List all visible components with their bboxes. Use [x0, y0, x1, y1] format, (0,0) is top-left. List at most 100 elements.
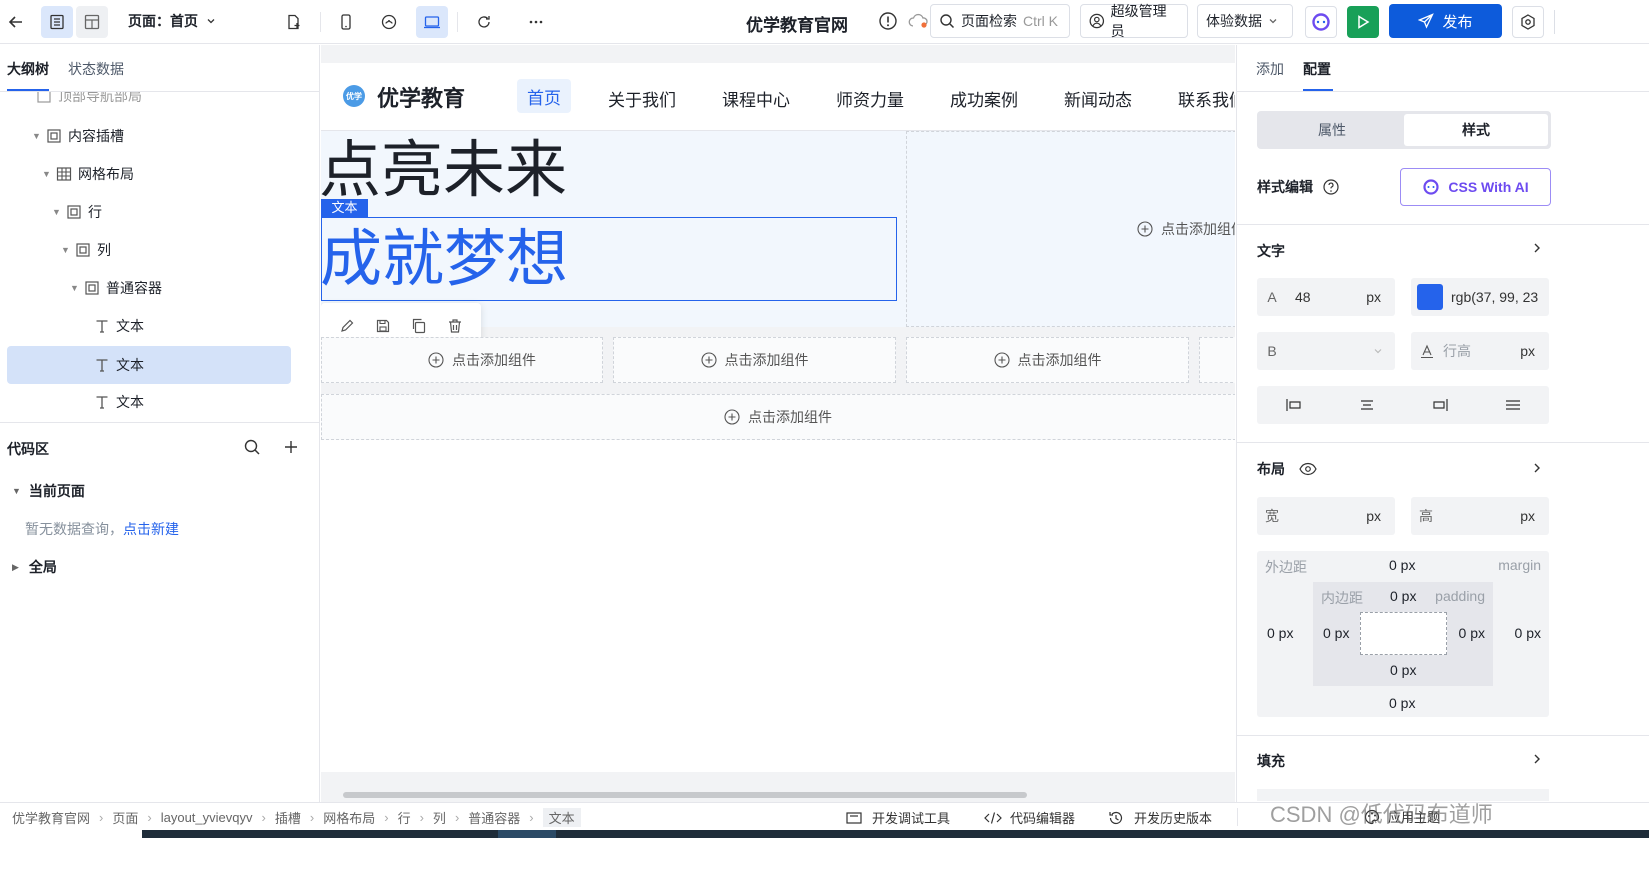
desktop-preview-icon[interactable] — [416, 6, 448, 38]
breadcrumb-item[interactable]: 行 › — [398, 808, 433, 827]
nav-item-teachers[interactable]: 师资力量 — [836, 86, 904, 111]
more-icon[interactable] — [520, 6, 552, 38]
nav-item-contact[interactable]: 联系我们 — [1178, 86, 1235, 111]
search-icon[interactable] — [243, 438, 261, 456]
breadcrumb-item[interactable]: 优学教育官网 › — [12, 808, 112, 827]
history-button[interactable]: 开发历史版本 — [1108, 808, 1212, 827]
tree-node[interactable]: 顶部导航部局 — [0, 92, 319, 114]
delete-icon[interactable] — [447, 318, 463, 334]
environment-select[interactable]: 体验数据 — [1197, 4, 1293, 38]
refresh-icon[interactable] — [468, 6, 500, 38]
create-query-link[interactable]: 点击新建 — [123, 521, 179, 537]
hero-title-line2[interactable]: 成就梦想 — [321, 225, 568, 294]
current-page-group[interactable]: ▼ 当前页面 — [12, 481, 85, 501]
breadcrumb-item[interactable]: layout_yvievqyv › — [161, 810, 275, 825]
margin-left[interactable]: 0 px — [1267, 625, 1293, 641]
align-left-icon[interactable] — [1285, 398, 1303, 412]
align-justify-icon[interactable] — [1504, 398, 1522, 412]
miniprogram-preview-icon[interactable] — [373, 6, 405, 38]
layout-view-icon[interactable] — [76, 6, 108, 38]
tree-node[interactable]: ▼ 网格布局 — [0, 156, 319, 192]
hero-title-line1[interactable]: 点亮未来 — [321, 136, 567, 205]
taskbar-item[interactable] — [498, 830, 556, 838]
warning-icon[interactable] — [878, 11, 898, 31]
add-component-slot[interactable]: 点击添加组件 — [321, 337, 603, 383]
tab-state-data[interactable]: 状态数据 — [68, 59, 124, 79]
publish-button[interactable]: 发布 — [1389, 4, 1502, 38]
help-icon[interactable] — [1323, 179, 1339, 195]
tree-node[interactable]: 文本 — [0, 308, 319, 344]
tree-node[interactable]: 文本 — [0, 384, 319, 420]
nav-item-courses[interactable]: 课程中心 — [722, 86, 790, 111]
align-center-icon[interactable] — [1358, 398, 1376, 412]
add-component-slot[interactable]: 点击添加组件 — [906, 131, 1235, 327]
global-group[interactable]: ▶ 全局 — [12, 557, 57, 577]
tree-node[interactable]: ▼ 内容插槽 — [0, 118, 319, 154]
add-component-slot[interactable] — [1199, 337, 1235, 383]
nav-item-news[interactable]: 新闻动态 — [1064, 86, 1132, 111]
tab-config[interactable]: 配置 — [1303, 59, 1331, 79]
width-input[interactable]: 宽 px — [1257, 497, 1395, 535]
cloud-sync-icon[interactable] — [908, 13, 930, 29]
outline-view-icon[interactable] — [41, 6, 73, 38]
height-input[interactable]: 高 px — [1411, 497, 1549, 535]
edit-icon[interactable] — [339, 318, 355, 334]
preview-run-button[interactable] — [1347, 6, 1379, 38]
user-button[interactable]: 超级管理员 — [1080, 3, 1188, 39]
add-component-slot[interactable]: 点击添加组件 — [906, 337, 1189, 383]
tree-node[interactable]: ▼ 列 — [0, 232, 319, 268]
tree-node[interactable]: ▼ 普通容器 — [0, 270, 319, 306]
page-search-button[interactable]: 页面检索 Ctrl K — [930, 4, 1070, 38]
nav-item-about[interactable]: 关于我们 — [608, 86, 676, 111]
tree-node-selected[interactable]: 文本 — [0, 347, 319, 383]
eye-icon[interactable] — [1299, 462, 1317, 476]
breadcrumb-item-current[interactable]: 文本 — [542, 808, 581, 827]
font-size-input[interactable]: A 48 px — [1257, 278, 1395, 316]
css-with-ai-button[interactable]: CSS With AI — [1400, 168, 1551, 206]
tree-node[interactable]: ▼ 行 — [0, 194, 319, 230]
breadcrumb-item[interactable]: 网格布局 › — [323, 808, 397, 827]
debug-tools-button[interactable]: 开发调试工具 — [846, 808, 950, 827]
add-page-icon[interactable] — [278, 6, 310, 38]
back-arrow-icon[interactable] — [0, 6, 32, 38]
horizontal-scrollbar[interactable] — [343, 792, 1027, 798]
segment-properties[interactable]: 属性 — [1260, 114, 1404, 146]
save-icon[interactable] — [375, 318, 391, 334]
tab-outline-tree[interactable]: 大纲树 — [7, 59, 49, 79]
breadcrumb-item[interactable]: 列 › — [433, 808, 468, 827]
tab-add[interactable]: 添加 — [1256, 59, 1284, 79]
margin-top[interactable]: 0 px — [1389, 557, 1415, 573]
breadcrumb-item[interactable]: 普通容器 › — [468, 808, 542, 827]
breadcrumb-item[interactable]: 插槽 › — [275, 808, 323, 827]
add-icon[interactable] — [282, 438, 300, 456]
segment-style[interactable]: 样式 — [1404, 114, 1548, 146]
ai-assistant-icon[interactable] — [1305, 6, 1337, 38]
mobile-preview-icon[interactable] — [330, 6, 362, 38]
page-selector[interactable]: 页面：首页 — [128, 11, 216, 31]
add-component-slot[interactable]: 点击添加组件 — [613, 337, 896, 383]
add-component-slot[interactable]: 点击添加组件 — [321, 394, 1235, 440]
nav-item-home[interactable]: 首页 — [517, 79, 571, 113]
align-right-icon[interactable] — [1431, 398, 1449, 412]
nav-item-cases[interactable]: 成功案例 — [950, 86, 1018, 111]
code-editor-button[interactable]: 代码编辑器 — [984, 808, 1075, 827]
chevron-right-icon[interactable] — [1531, 242, 1543, 254]
margin-bottom[interactable]: 0 px — [1389, 695, 1415, 711]
padding-right[interactable]: 0 px — [1459, 625, 1485, 641]
breadcrumb-item[interactable]: 页面 › — [112, 808, 160, 827]
chevron-right-icon[interactable] — [1531, 462, 1543, 474]
color-swatch[interactable] — [1417, 284, 1443, 310]
margin-right[interactable]: 0 px — [1515, 625, 1541, 641]
chevron-right-icon[interactable] — [1531, 753, 1543, 765]
container-icon — [37, 92, 51, 103]
line-height-input[interactable]: 行高 px — [1411, 332, 1549, 370]
padding-left[interactable]: 0 px — [1323, 625, 1349, 641]
selected-text-frame[interactable]: 成就梦想 — [321, 217, 897, 301]
taskbar — [142, 830, 1649, 838]
copy-icon[interactable] — [411, 318, 427, 334]
padding-bottom[interactable]: 0 px — [1390, 662, 1416, 678]
padding-top[interactable]: 0 px — [1390, 588, 1416, 604]
font-color-picker[interactable]: rgb(37, 99, 23 — [1411, 278, 1549, 316]
font-weight-select[interactable]: B — [1257, 332, 1395, 370]
settings-icon[interactable] — [1512, 6, 1544, 38]
